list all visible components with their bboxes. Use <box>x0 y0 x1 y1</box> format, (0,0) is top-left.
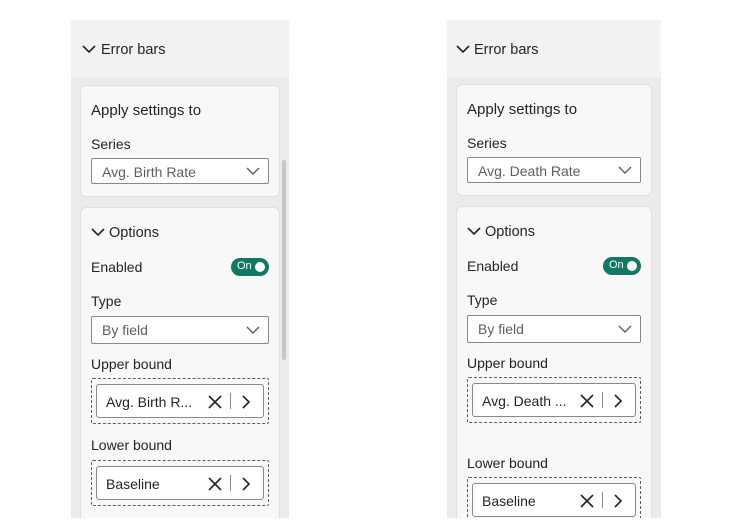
upper-bound-field[interactable]: Avg. Birth R... <box>96 384 264 418</box>
chip-divider <box>230 393 231 409</box>
series-label: Series <box>91 136 131 152</box>
chevron-right-icon[interactable] <box>241 394 251 410</box>
upper-bound-label: Upper bound <box>467 355 548 371</box>
apply-settings-title: Apply settings to <box>467 101 578 118</box>
toggle-knob <box>627 261 637 271</box>
type-label: Type <box>91 293 122 309</box>
enabled-toggle[interactable]: On <box>603 257 641 275</box>
options-title: Options <box>485 224 535 240</box>
series-label: Series <box>467 135 507 151</box>
upper-bound-well[interactable]: Avg. Death ... <box>467 377 641 423</box>
type-label: Type <box>467 292 498 308</box>
chevron-right-icon[interactable] <box>613 493 623 509</box>
format-pane-right: Error bars Apply settings to Series Avg.… <box>447 20 661 518</box>
enabled-label: Enabled <box>91 259 143 275</box>
options-card: Options Enabled On Type By field Upper b… <box>457 207 651 518</box>
lower-bound-label: Lower bound <box>467 455 548 471</box>
section-title: Error bars <box>474 42 539 58</box>
upper-bound-value: Avg. Death ... <box>482 393 567 409</box>
series-dropdown[interactable]: Avg. Death Rate <box>467 157 641 183</box>
options-card: Options Enabled On Type By field Upper b… <box>81 208 279 518</box>
format-pane-left: Error bars Apply settings to Series Avg.… <box>71 20 289 518</box>
close-icon[interactable] <box>579 493 595 509</box>
upper-bound-value: Avg. Birth R... <box>106 394 193 410</box>
series-dropdown[interactable]: Avg. Birth Rate <box>91 158 269 184</box>
chevron-down-icon <box>467 227 481 236</box>
error-bars-header[interactable]: Error bars <box>71 20 289 78</box>
type-dropdown[interactable]: By field <box>91 316 269 344</box>
chip-divider <box>602 492 603 508</box>
series-dropdown-value: Avg. Birth Rate <box>102 164 196 180</box>
chevron-right-icon[interactable] <box>613 393 623 409</box>
chevron-down-icon <box>82 45 96 54</box>
upper-bound-field[interactable]: Avg. Death ... <box>472 383 636 417</box>
toggle-text: On <box>609 259 624 271</box>
chevron-right-icon[interactable] <box>241 476 251 492</box>
chevron-down-icon <box>618 325 632 333</box>
chevron-down-icon <box>618 166 632 174</box>
chevron-down-icon <box>246 167 260 175</box>
chevron-down-icon <box>246 326 260 334</box>
enabled-label: Enabled <box>467 258 519 274</box>
section-title: Error bars <box>101 42 166 58</box>
enabled-toggle[interactable]: On <box>231 258 269 276</box>
lower-bound-well[interactable]: Baseline <box>91 460 269 506</box>
options-title: Options <box>109 225 159 241</box>
chevron-down-icon <box>456 45 470 54</box>
chip-divider <box>602 392 603 408</box>
lower-bound-value: Baseline <box>106 476 160 492</box>
lower-bound-well[interactable]: Baseline <box>467 477 641 518</box>
apply-settings-card: Apply settings to Series Avg. Birth Rate <box>81 86 279 196</box>
type-dropdown-value: By field <box>102 322 148 338</box>
lower-bound-value: Baseline <box>482 493 536 509</box>
scrollbar[interactable] <box>282 160 286 360</box>
upper-bound-label: Upper bound <box>91 356 172 372</box>
upper-bound-well[interactable]: Avg. Birth R... <box>91 378 269 424</box>
close-icon[interactable] <box>207 394 223 410</box>
type-dropdown-value: By field <box>478 321 524 337</box>
chevron-down-icon <box>91 228 105 237</box>
toggle-knob <box>255 262 265 272</box>
lower-bound-field[interactable]: Baseline <box>472 483 636 517</box>
close-icon[interactable] <box>207 476 223 492</box>
type-dropdown[interactable]: By field <box>467 315 641 343</box>
error-bars-header[interactable]: Error bars <box>447 20 661 78</box>
toggle-text: On <box>237 260 252 272</box>
apply-settings-title: Apply settings to <box>91 102 202 119</box>
apply-settings-card: Apply settings to Series Avg. Death Rate <box>457 85 651 195</box>
series-dropdown-value: Avg. Death Rate <box>478 163 581 179</box>
lower-bound-label: Lower bound <box>91 437 172 453</box>
lower-bound-field[interactable]: Baseline <box>96 466 264 500</box>
chip-divider <box>230 475 231 491</box>
close-icon[interactable] <box>579 393 595 409</box>
